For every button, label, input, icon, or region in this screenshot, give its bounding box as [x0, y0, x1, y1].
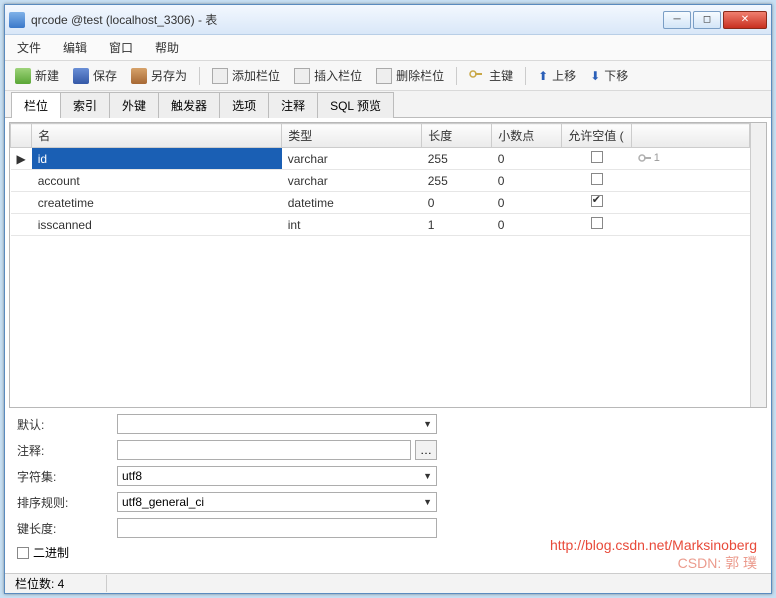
menu-file[interactable]: 文件 [17, 39, 41, 56]
checkbox-icon[interactable] [591, 151, 603, 163]
menu-window[interactable]: 窗口 [109, 39, 133, 56]
tab-index[interactable]: 索引 [60, 92, 110, 118]
arrow-up-icon: ⬆ [538, 69, 548, 83]
checkbox-icon[interactable] [591, 195, 603, 207]
minimize-button[interactable]: ─ [663, 11, 691, 29]
col-null[interactable]: 允许空值 ( [562, 124, 632, 148]
charset-combo[interactable]: utf8▼ [117, 466, 437, 486]
addcol-button[interactable]: 添加栏位 [210, 65, 282, 86]
chevron-down-icon: ▼ [423, 419, 432, 429]
delcol-button[interactable]: 删除栏位 [374, 65, 446, 86]
fields-grid[interactable]: 名 类型 长度 小数点 允许空值 ( ▶idvarchar25501accoun… [9, 122, 767, 408]
chevron-down-icon: ▼ [423, 497, 432, 507]
separator [525, 67, 526, 85]
toolbar: 新建 保存 另存为 添加栏位 插入栏位 删除栏位 主键 ⬆上移 ⬇下移 [5, 61, 771, 91]
field-properties: 默认: ▼ 注释: … 字符集: utf8▼ 排序规则: utf8_genera… [9, 408, 767, 569]
save-button[interactable]: 保存 [71, 65, 119, 86]
vertical-scrollbar[interactable] [750, 123, 766, 407]
charset-label: 字符集: [17, 468, 117, 485]
col-key[interactable] [632, 124, 750, 148]
collate-combo[interactable]: utf8_general_ci▼ [117, 492, 437, 512]
comment-label: 注释: [17, 442, 117, 459]
titlebar: qrcode @test (localhost_3306) - 表 ─ ◻ ✕ [5, 5, 771, 35]
col-name[interactable]: 名 [32, 124, 282, 148]
arrow-down-icon: ⬇ [590, 69, 600, 83]
status-field-count: 栏位数: 4 [13, 575, 107, 592]
statusbar: 栏位数: 4 [5, 573, 771, 593]
new-button[interactable]: 新建 [13, 65, 61, 86]
tab-option[interactable]: 选项 [219, 92, 269, 118]
comment-more-button[interactable]: … [415, 440, 437, 460]
saveas-button[interactable]: 另存为 [129, 65, 189, 86]
tab-fk[interactable]: 外键 [109, 92, 159, 118]
maximize-button[interactable]: ◻ [693, 11, 721, 29]
insertcol-icon [294, 68, 310, 84]
chevron-down-icon: ▼ [423, 471, 432, 481]
addcol-icon [212, 68, 228, 84]
close-button[interactable]: ✕ [723, 11, 767, 29]
separator [456, 67, 457, 85]
menubar: 文件 编辑 窗口 帮助 [5, 35, 771, 61]
table-row[interactable]: ▶idvarchar25501 [11, 148, 750, 170]
tab-comment[interactable]: 注释 [268, 92, 318, 118]
tab-fields[interactable]: 栏位 [11, 92, 61, 118]
window-title: qrcode @test (localhost_3306) - 表 [31, 11, 663, 28]
insertcol-button[interactable]: 插入栏位 [292, 65, 364, 86]
menu-help[interactable]: 帮助 [155, 39, 179, 56]
keylen-input[interactable] [117, 518, 437, 538]
keylen-label: 键长度: [17, 520, 117, 537]
default-combo[interactable]: ▼ [117, 414, 437, 434]
key-icon [469, 68, 485, 84]
menu-edit[interactable]: 编辑 [63, 39, 87, 56]
separator [199, 67, 200, 85]
table-row[interactable]: accountvarchar2550 [11, 170, 750, 192]
saveas-icon [131, 68, 147, 84]
table-row[interactable]: createtimedatetime00 [11, 192, 750, 214]
checkbox-icon [17, 547, 29, 559]
tabbar: 栏位 索引 外键 触发器 选项 注释 SQL 预览 [5, 91, 771, 118]
default-label: 默认: [17, 416, 117, 433]
binary-checkbox[interactable]: 二进制 [17, 544, 69, 561]
checkbox-icon[interactable] [591, 173, 603, 185]
comment-input[interactable] [117, 440, 411, 460]
primarykey-button[interactable]: 主键 [467, 65, 515, 86]
movedown-button[interactable]: ⬇下移 [588, 65, 630, 86]
tab-trigger[interactable]: 触发器 [158, 92, 220, 118]
moveup-button[interactable]: ⬆上移 [536, 65, 578, 86]
col-type[interactable]: 类型 [282, 124, 422, 148]
checkbox-icon[interactable] [591, 217, 603, 229]
delcol-icon [376, 68, 392, 84]
col-decimal[interactable]: 小数点 [492, 124, 562, 148]
collate-label: 排序规则: [17, 494, 117, 511]
table-row[interactable]: isscannedint10 [11, 214, 750, 236]
save-icon [73, 68, 89, 84]
col-length[interactable]: 长度 [422, 124, 492, 148]
tab-sql[interactable]: SQL 预览 [317, 92, 394, 118]
new-icon [15, 68, 31, 84]
app-icon [9, 12, 25, 28]
primarykey-icon: 1 [638, 152, 660, 164]
